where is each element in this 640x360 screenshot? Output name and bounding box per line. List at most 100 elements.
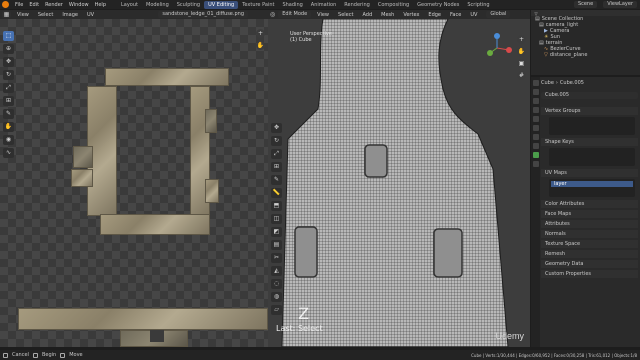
vp-menu-select[interactable]: Select [335,12,356,18]
tab-texture-paint[interactable]: Texture Paint [238,1,278,9]
uv-menu-uv[interactable]: UV [84,12,97,18]
pinch-icon[interactable]: ◉ [3,135,14,145]
transform-icon[interactable]: ⊞ [3,96,14,106]
vp-move-icon[interactable]: ✥ [271,123,282,133]
axis-gizmo[interactable] [482,33,512,63]
panel-color-attributes[interactable]: Color Attributes [541,200,638,208]
vp-menu-face[interactable]: Face [447,12,464,18]
tab-animation[interactable]: Animation [307,1,341,9]
vp-menu-mesh[interactable]: Mesh [378,12,397,18]
select-box-icon[interactable]: ⬚ [3,31,14,41]
uv-menu-view[interactable]: View [14,12,32,18]
knife-icon[interactable]: ✂ [271,253,282,263]
tab-shading[interactable]: Shading [278,1,306,9]
cursor-icon[interactable]: ⊕ [3,44,14,54]
menu-file[interactable]: File [12,2,26,8]
panel-vertex-groups[interactable]: Vertex Groups [541,107,638,115]
menu-edit[interactable]: Edit [26,2,42,8]
modifier-tab-icon[interactable] [532,134,539,140]
panel-shape-keys[interactable]: Shape Keys [541,138,638,146]
tab-sculpting[interactable]: Sculpting [173,1,204,9]
viewlayer-selector[interactable]: ViewLayer [603,1,637,8]
editor-type-icon[interactable]: ▦ [2,11,11,18]
outliner-filter-icon[interactable]: ▽ [533,10,539,16]
mesh-data-tab-icon[interactable] [532,152,539,158]
outliner-row-distance-plane[interactable]: ▽ distance_plane [531,52,640,58]
menu-window[interactable]: Window [66,2,92,8]
render-tab-icon[interactable] [532,89,539,95]
move-icon[interactable]: ✥ [3,57,14,67]
panel-custom-properties[interactable]: Custom Properties [541,270,638,278]
menu-render[interactable]: Render [42,2,66,8]
shape-keys-list[interactable] [549,148,635,166]
uv-menu-select[interactable]: Select [35,12,56,18]
vp-annotate-icon[interactable]: ✎ [271,175,282,185]
blender-logo-icon[interactable] [2,1,9,8]
panel-face-maps[interactable]: Face Maps [541,210,638,218]
grab-icon[interactable]: ✋ [3,122,14,132]
world-tab-icon[interactable] [532,116,539,122]
vp-menu-add[interactable]: Add [359,12,375,18]
vertex-groups-list[interactable] [549,117,635,135]
status-move: Move [69,352,83,358]
scene-tab-icon[interactable] [532,107,539,113]
transform-orientation[interactable]: Global [486,11,511,18]
panel-normals[interactable]: Normals [541,230,638,238]
image-selector[interactable]: sandstone_ledge_01_diffuse.png [158,11,248,18]
uv-menu-image[interactable]: Image [59,12,81,18]
vp-scale-icon[interactable]: ⤢ [271,149,282,159]
tab-uv-editing[interactable]: UV Editing [204,0,239,9]
loop-cut-icon[interactable]: ▤ [271,240,282,250]
camera-view-icon[interactable]: ▣ [517,59,526,68]
shear-icon[interactable]: ▱ [271,305,282,315]
object-tab-icon[interactable] [532,125,539,131]
output-tab-icon[interactable] [532,98,539,104]
panel-remesh[interactable]: Remesh [541,250,638,258]
relax-icon[interactable]: ∿ [3,148,14,158]
tab-layout[interactable]: Layout [117,1,142,9]
vp-rotate-icon[interactable]: ↻ [271,136,282,146]
constraint-tab-icon[interactable] [532,143,539,149]
panel-uv-maps[interactable]: UV Maps [541,169,638,177]
uv-map-item[interactable]: layer [551,181,633,187]
tool-tab-icon[interactable] [532,80,539,86]
tab-scripting[interactable]: Scripting [463,1,493,9]
pan-hand-icon[interactable]: ✋ [256,41,265,50]
uv-maps-list[interactable]: layer [549,179,635,197]
inset-icon[interactable]: ◫ [271,214,282,224]
annotate-icon[interactable]: ✎ [3,109,14,119]
poly-build-icon[interactable]: ◭ [271,266,282,276]
vp-transform-icon[interactable]: ⊞ [271,162,282,172]
vp-measure-icon[interactable]: 📏 [271,188,282,198]
vp-menu-vertex[interactable]: Vertex [400,12,422,18]
vp-menu-edge[interactable]: Edge [425,12,444,18]
vp-menu-view[interactable]: View [314,12,332,18]
zoom-icon[interactable]: + [256,29,265,38]
smooth-icon[interactable]: ◍ [271,292,282,302]
tab-modeling[interactable]: Modeling [142,1,173,9]
mesh-datablock-field[interactable]: Cube.005 [541,92,638,99]
vp-zoom-icon[interactable]: + [517,35,526,44]
bevel-icon[interactable]: ◩ [271,227,282,237]
mode-selector[interactable]: Edit Mode [278,11,312,18]
panel-geometry-data[interactable]: Geometry Data [541,260,638,268]
scene-selector[interactable]: Scene [573,1,598,8]
rotate-icon[interactable]: ↻ [3,70,14,80]
tab-compositing[interactable]: Compositing [374,1,413,9]
panel-texture-space[interactable]: Texture Space [541,240,638,248]
vp-menu-uv[interactable]: UV [467,12,480,18]
viewport-canvas[interactable]: User Perspective (1) Cube ✥ ↻ ⤢ ⊞ ✎ 📏 ⬒ … [268,19,530,347]
material-tab-icon[interactable] [532,161,539,167]
tab-geometry-nodes[interactable]: Geometry Nodes [413,1,463,9]
uv-editor-canvas[interactable]: ⬚ ⊕ ✥ ↻ ⤢ ⊞ ✎ ✋ ◉ ∿ + ✋ [0,19,268,347]
spin-icon[interactable]: ◌ [271,279,282,289]
menu-help[interactable]: Help [92,2,109,8]
viewport-editor-type-icon[interactable]: ◎ [270,11,276,18]
extrude-icon[interactable]: ⬒ [271,201,282,211]
vp-pan-icon[interactable]: ✋ [517,47,526,56]
scale-icon[interactable]: ⤢ [3,83,14,93]
tab-rendering[interactable]: Rendering [340,1,374,9]
grid-icon[interactable]: # [517,71,526,80]
texture-ledge-strip [18,308,268,330]
panel-attributes[interactable]: Attributes [541,220,638,228]
